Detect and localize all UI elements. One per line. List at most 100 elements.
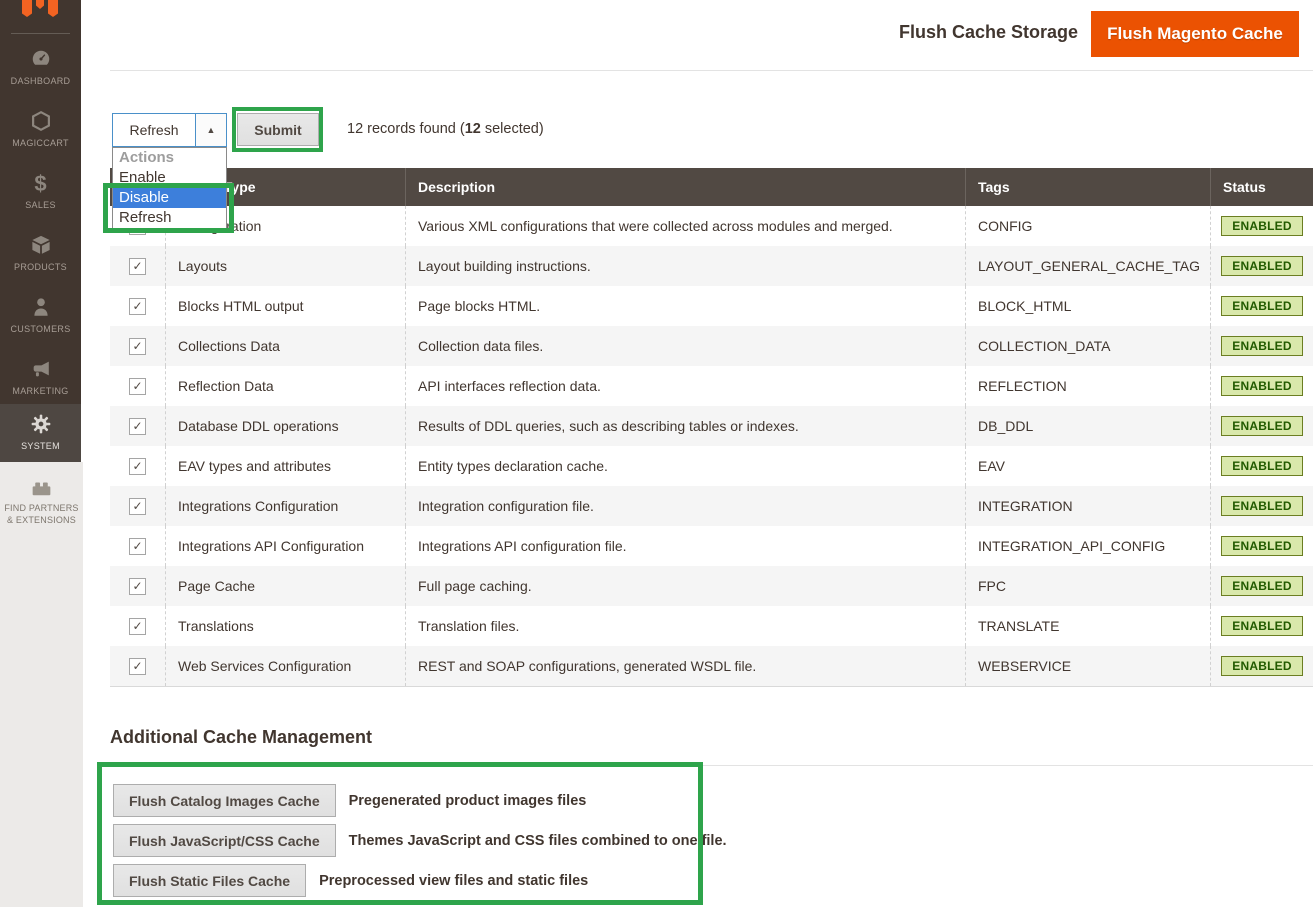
sidebar-rail bbox=[0, 462, 83, 907]
dashboard-icon bbox=[0, 48, 81, 72]
dropdown-group-label: Actions bbox=[113, 148, 226, 168]
sidebar-item-label: PRODUCTS bbox=[0, 262, 81, 272]
customers-icon bbox=[0, 296, 81, 320]
checkbox-cell: ✓ bbox=[110, 406, 165, 446]
row-checkbox[interactable]: ✓ bbox=[129, 538, 146, 555]
caret-up-icon[interactable]: ▲ bbox=[195, 114, 226, 146]
cache-type-cell: Blocks HTML output bbox=[165, 286, 405, 326]
tags-cell: INTEGRATION bbox=[965, 486, 1210, 526]
cache-table: Cache Type Description Tags Status ✓Conf… bbox=[110, 168, 1313, 687]
additional-cache-heading: Additional Cache Management bbox=[110, 727, 372, 748]
sidebar-item-dashboard[interactable]: DASHBOARD bbox=[0, 48, 81, 86]
sidebar-item-marketing[interactable]: MARKETING bbox=[0, 358, 81, 396]
description-cell: REST and SOAP configurations, generated … bbox=[405, 646, 965, 686]
tags-cell: CONFIG bbox=[965, 206, 1210, 246]
column-header-status: Status bbox=[1210, 168, 1313, 206]
row-checkbox[interactable]: ✓ bbox=[129, 418, 146, 435]
flush-static-files-cache-button[interactable]: Flush Static Files Cache bbox=[113, 864, 306, 897]
checkbox-cell: ✓ bbox=[110, 246, 165, 286]
table-row: ✓ EAV types and attributesEntity types de… bbox=[110, 446, 1313, 486]
records-count: 12 records found (12 selected) bbox=[347, 121, 544, 137]
sidebar-item-sales[interactable]: $ SALES bbox=[0, 172, 81, 210]
row-checkbox[interactable]: ✓ bbox=[129, 378, 146, 395]
status-cell: ENABLED bbox=[1210, 566, 1313, 606]
sidebar-item-label: MAGICCART bbox=[0, 138, 81, 148]
status-cell: ENABLED bbox=[1210, 606, 1313, 646]
cache-type-cell: Database DDL operations bbox=[165, 406, 405, 446]
status-cell: ENABLED bbox=[1210, 286, 1313, 326]
checkbox-cell: ✓ bbox=[110, 326, 165, 366]
cache-type-cell: Layouts bbox=[165, 246, 405, 286]
dropdown-option-disable[interactable]: Disable bbox=[113, 188, 226, 208]
dropdown-option-refresh[interactable]: Refresh bbox=[113, 208, 226, 228]
sidebar-item-products[interactable]: PRODUCTS bbox=[0, 234, 81, 272]
table-row: ✓ LayoutsLayout building instructions.LAY… bbox=[110, 246, 1313, 286]
tags-cell: DB_DDL bbox=[965, 406, 1210, 446]
description-cell: Entity types declaration cache. bbox=[405, 446, 965, 486]
flush-javascript-css-cache-button[interactable]: Flush JavaScript/CSS Cache bbox=[113, 824, 336, 857]
description-cell: Layout building instructions. bbox=[405, 246, 965, 286]
tags-cell: COLLECTION_DATA bbox=[965, 326, 1210, 366]
table-row: ✓Integrations ConfigurationIntegration c… bbox=[110, 486, 1313, 526]
status-cell: ENABLED bbox=[1210, 326, 1313, 366]
sidebar-item-find-partners[interactable]: FIND PARTNERS & EXTENSIONS bbox=[0, 476, 83, 526]
table-row: ✓Page CacheFull page caching.FPCENABLED bbox=[110, 566, 1313, 606]
status-badge: ENABLED bbox=[1221, 216, 1302, 236]
status-badge: ENABLED bbox=[1221, 416, 1302, 436]
row-checkbox[interactable]: ✓ bbox=[129, 658, 146, 675]
row-checkbox[interactable]: ✓ bbox=[129, 298, 146, 315]
cache-management-page: DASHBOARD MAGICCART $ SALES PRODUCTS CUSTOMER… bbox=[0, 0, 1315, 907]
mass-action-selected-value: Refresh bbox=[113, 114, 195, 146]
checkbox-cell: ✓ bbox=[110, 446, 165, 486]
description-cell: Various XML configurations that were col… bbox=[405, 206, 965, 246]
mass-action-select[interactable]: Refresh ▲ bbox=[112, 113, 227, 147]
cache-type-cell: EAV types and attributes bbox=[165, 446, 405, 486]
row-checkbox[interactable]: ✓ bbox=[129, 338, 146, 355]
tags-cell: BLOCK_HTML bbox=[965, 286, 1210, 326]
description-cell: Results of DDL queries, such as describi… bbox=[405, 406, 965, 446]
tags-cell: LAYOUT_GENERAL_CACHE_TAG bbox=[965, 246, 1210, 286]
row-checkbox[interactable]: ✓ bbox=[129, 458, 146, 475]
row-checkbox[interactable]: ✓ bbox=[129, 578, 146, 595]
sales-icon: $ bbox=[0, 172, 81, 196]
column-header-description: Description bbox=[405, 168, 965, 206]
tags-cell: TRANSLATE bbox=[965, 606, 1210, 646]
table-row: ✓Integrations API ConfigurationIntegrati… bbox=[110, 526, 1313, 566]
sidebar-item-system[interactable]: SYSTEM bbox=[0, 404, 81, 462]
table-row: ✓Reflection DataAPI interfaces reflectio… bbox=[110, 366, 1313, 406]
description-cell: Integrations API configuration file. bbox=[405, 526, 965, 566]
table-row: ✓ Database DDL operationsResults of DDL q… bbox=[110, 406, 1313, 446]
admin-sidebar: DASHBOARD MAGICCART $ SALES PRODUCTS CUSTOMER… bbox=[0, 0, 81, 462]
submit-button[interactable]: Submit bbox=[237, 113, 319, 146]
flush-action-description: Preprocessed view files and static files bbox=[319, 873, 588, 889]
description-cell: Integration configuration file. bbox=[405, 486, 965, 526]
additional-section-divider bbox=[110, 765, 1313, 766]
sidebar-item-label: SALES bbox=[0, 200, 81, 210]
row-checkbox[interactable]: ✓ bbox=[129, 258, 146, 275]
dropdown-option-enable[interactable]: Enable bbox=[113, 168, 226, 188]
checkbox-cell: ✓ bbox=[110, 286, 165, 326]
status-cell: ENABLED bbox=[1210, 206, 1313, 246]
status-badge: ENABLED bbox=[1221, 576, 1302, 596]
tags-cell: EAV bbox=[965, 446, 1210, 486]
flush-magento-cache-button[interactable]: Flush Magento Cache bbox=[1091, 11, 1299, 57]
flush-cache-storage-button[interactable]: Flush Cache Storage bbox=[899, 22, 1078, 43]
sidebar-item-customers[interactable]: CUSTOMERS bbox=[0, 296, 81, 334]
cache-type-cell: Web Services Configuration bbox=[165, 646, 405, 686]
description-cell: Full page caching. bbox=[405, 566, 965, 606]
status-badge: ENABLED bbox=[1221, 456, 1302, 476]
status-cell: ENABLED bbox=[1210, 526, 1313, 566]
status-badge: ENABLED bbox=[1221, 496, 1302, 516]
row-checkbox[interactable]: ✓ bbox=[129, 498, 146, 515]
row-checkbox[interactable]: ✓ bbox=[129, 618, 146, 635]
find-partners-label-line1: FIND PARTNERS bbox=[0, 502, 83, 514]
magento-logo-icon[interactable] bbox=[20, 0, 60, 22]
flush-catalog-images-cache-button[interactable]: Flush Catalog Images Cache bbox=[113, 784, 336, 817]
mass-action-dropdown: Actions EnableDisableRefresh bbox=[112, 147, 227, 229]
sidebar-item-magiccart[interactable]: MAGICCART bbox=[0, 110, 81, 148]
marketing-icon bbox=[0, 358, 81, 382]
status-badge: ENABLED bbox=[1221, 536, 1302, 556]
checkbox-cell: ✓ bbox=[110, 646, 165, 686]
tags-cell: FPC bbox=[965, 566, 1210, 606]
description-cell: API interfaces reflection data. bbox=[405, 366, 965, 406]
